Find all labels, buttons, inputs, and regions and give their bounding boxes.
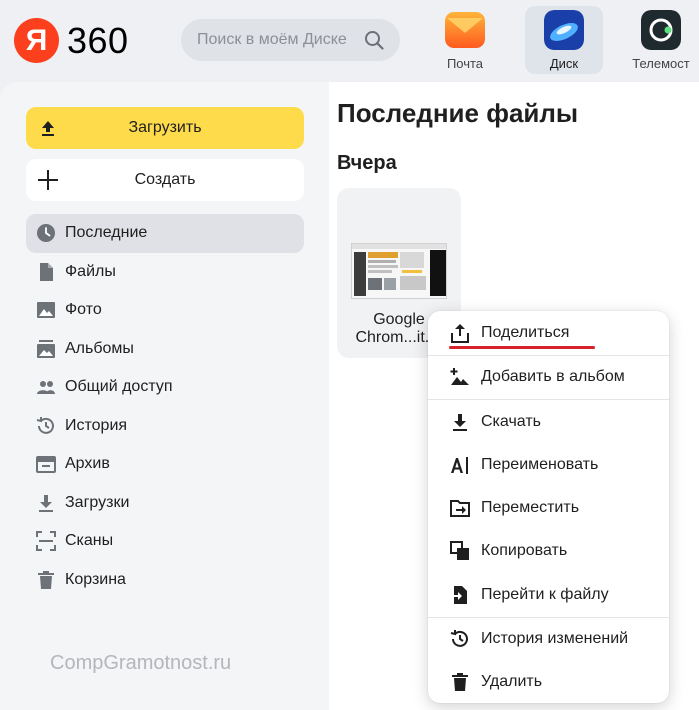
sidebar-item-label: Последние bbox=[65, 224, 148, 242]
sidebar-nav: Последние Файлы Фото Альбомы Общий досту… bbox=[26, 214, 304, 599]
menu-item-label: История изменений bbox=[481, 630, 629, 647]
menu-item-delete[interactable]: Удалить bbox=[428, 662, 669, 702]
menu-item-label: Перейти к файлу bbox=[481, 586, 609, 603]
menu-item-label: Удалить bbox=[481, 673, 543, 690]
upload-icon bbox=[42, 121, 54, 136]
sidebar-item-archive[interactable]: Архив bbox=[26, 445, 304, 484]
scan-icon bbox=[36, 531, 56, 552]
mail-icon bbox=[445, 12, 485, 48]
sidebar-item-history[interactable]: История bbox=[26, 407, 304, 446]
clock-icon bbox=[36, 223, 56, 243]
search-icon[interactable] bbox=[364, 30, 384, 50]
menu-item-label: Переместить bbox=[481, 499, 580, 516]
menu-item-go-to-file[interactable]: Перейти к файлу bbox=[428, 575, 669, 615]
sidebar-item-photo[interactable]: Фото bbox=[26, 291, 304, 330]
menu-item-label: Копировать bbox=[481, 542, 568, 559]
plus-icon bbox=[38, 170, 58, 190]
sidebar-item-albums[interactable]: Альбомы bbox=[26, 330, 304, 369]
app-label-telemost: Телемост bbox=[632, 56, 690, 71]
menu-item-label: Поделиться bbox=[481, 324, 570, 341]
sidebar-item-downloads[interactable]: Загрузки bbox=[26, 484, 304, 523]
menu-divider bbox=[428, 617, 669, 618]
trash-icon bbox=[36, 570, 56, 590]
sidebar-item-label: Фото bbox=[65, 301, 102, 319]
app-label-disk: Диск bbox=[549, 56, 579, 71]
search-box[interactable] bbox=[181, 19, 400, 61]
version-history-icon bbox=[450, 629, 470, 649]
create-button[interactable]: Создать bbox=[26, 159, 304, 201]
sidebar-item-label: Сканы bbox=[65, 532, 114, 550]
telemost-icon bbox=[641, 10, 681, 50]
menu-item-version-history[interactable]: История изменений bbox=[428, 619, 669, 659]
yandex-logo-icon: Я bbox=[14, 18, 59, 63]
menu-item-label: Переименовать bbox=[481, 456, 599, 473]
download-icon bbox=[36, 493, 56, 513]
sidebar-item-label: Файлы bbox=[65, 262, 116, 280]
yandex-360-logo[interactable]: Я 360 bbox=[14, 18, 129, 63]
menu-item-copy[interactable]: Копировать bbox=[428, 531, 669, 571]
menu-divider bbox=[428, 355, 669, 356]
sidebar-item-trash[interactable]: Корзина bbox=[26, 561, 304, 600]
menu-item-label: Добавить в альбом bbox=[481, 368, 625, 385]
rename-icon bbox=[450, 455, 470, 475]
section-title: Вчера bbox=[337, 152, 397, 174]
menu-item-rename[interactable]: Переименовать bbox=[428, 445, 669, 485]
app-telemost[interactable]: Телемост bbox=[624, 6, 698, 74]
upload-button-label: Загрузить bbox=[128, 119, 202, 136]
share-icon bbox=[450, 323, 470, 343]
menu-item-label: Скачать bbox=[481, 413, 541, 430]
menu-item-download[interactable]: Скачать bbox=[428, 402, 669, 442]
file-icon bbox=[36, 262, 56, 282]
sidebar: Загрузить Создать Последние Файлы Фото А… bbox=[0, 82, 329, 710]
sidebar-item-label: Альбомы bbox=[65, 339, 134, 357]
people-icon bbox=[36, 377, 56, 397]
logo-text: 360 bbox=[67, 19, 129, 61]
page-title: Последние файлы bbox=[337, 98, 579, 128]
sidebar-item-shared[interactable]: Общий доступ bbox=[26, 368, 304, 407]
go-to-file-icon bbox=[450, 585, 470, 605]
app-label-mail: Почта bbox=[446, 56, 484, 71]
menu-divider bbox=[428, 399, 669, 400]
app-disk[interactable]: Диск bbox=[525, 6, 603, 74]
watermark: CompGramotnost.ru bbox=[50, 652, 232, 674]
disk-icon bbox=[544, 10, 584, 50]
albums-icon bbox=[36, 339, 56, 359]
context-menu: Поделиться Добавить в альбом Скачать Пер… bbox=[428, 311, 669, 703]
sidebar-item-recent[interactable]: Последние bbox=[26, 214, 304, 253]
sidebar-item-label: Архив bbox=[65, 455, 110, 473]
image-icon bbox=[36, 300, 56, 320]
file-thumbnail bbox=[351, 243, 447, 299]
menu-item-add-to-album[interactable]: Добавить в альбом bbox=[428, 357, 669, 397]
top-bar: Я 360 Почта Диск Телемост bbox=[0, 0, 699, 82]
move-icon bbox=[450, 498, 470, 518]
sidebar-item-label: Общий доступ bbox=[65, 378, 173, 396]
trash-icon bbox=[450, 672, 470, 692]
menu-item-move[interactable]: Переместить bbox=[428, 488, 669, 528]
download-icon bbox=[450, 412, 470, 432]
highlight-underline bbox=[449, 346, 595, 349]
sidebar-item-label: История bbox=[65, 416, 128, 434]
sidebar-item-scans[interactable]: Сканы bbox=[26, 522, 304, 561]
upload-button[interactable]: Загрузить bbox=[26, 107, 304, 149]
app-mail[interactable]: Почта bbox=[426, 6, 504, 74]
archive-icon bbox=[36, 454, 56, 474]
sidebar-item-files[interactable]: Файлы bbox=[26, 253, 304, 292]
history-icon bbox=[36, 416, 56, 436]
sidebar-item-label: Корзина bbox=[65, 570, 126, 588]
sidebar-item-label: Загрузки bbox=[65, 493, 130, 511]
search-input[interactable] bbox=[197, 31, 362, 49]
add-to-album-icon bbox=[450, 367, 470, 387]
create-button-label: Создать bbox=[134, 171, 196, 188]
copy-icon bbox=[450, 541, 470, 561]
